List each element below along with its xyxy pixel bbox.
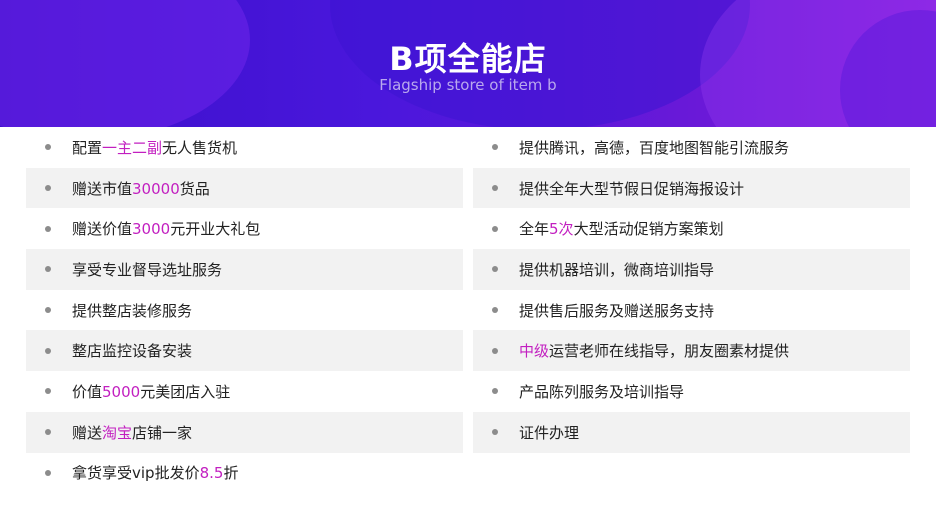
list-item: 整店监控设备安装 [26, 330, 463, 372]
header-banner: B项全能店 Flagship store of item b [0, 0, 936, 127]
bullet-dot-icon [492, 144, 498, 151]
list-item: 赠送市值30000货品 [26, 167, 463, 209]
list-item-text: 拿货享受vip批发价8.5折 [72, 464, 239, 483]
list-item: 中级运营老师在线指导，朋友圈素材提供 [473, 330, 910, 372]
page-subtitle: Flagship store of item b [379, 76, 557, 94]
highlight-text: 中级 [519, 342, 550, 361]
highlight-text: 淘宝 [102, 423, 133, 442]
bullet-dot-icon [45, 144, 51, 151]
bullet-dot-icon [45, 225, 51, 232]
list-item: 赠送淘宝店铺一家 [26, 411, 463, 453]
highlight-text: 30000 [132, 179, 180, 198]
list-item-text: 赠送淘宝店铺一家 [72, 423, 193, 442]
list-item: 拿货享受vip批发价8.5折 [26, 453, 463, 494]
list-item-text: 提供腾讯，高德，百度地图智能引流服务 [519, 138, 790, 157]
list-item-text: 全年5次大型活动促销方案策划 [519, 220, 724, 239]
list-item-text: 提供售后服务及赠送服务支持 [519, 301, 715, 320]
list-item-text: 提供整店装修服务 [72, 301, 193, 320]
list-item: 产品陈列服务及培训指导 [473, 371, 910, 412]
list-item: 配置一主二副无人售货机 [26, 127, 463, 168]
list-item-text: 中级运营老师在线指导，朋友圈素材提供 [519, 342, 790, 361]
bullet-dot-icon [492, 388, 498, 395]
list-item-text: 整店监控设备安装 [72, 342, 193, 361]
bullet-dot-icon [45, 307, 51, 314]
list-item-text: 享受专业督导选址服务 [72, 260, 223, 279]
bullet-dot-icon [492, 307, 498, 314]
page-title: B项全能店 [389, 40, 547, 78]
bullet-dot-icon [492, 347, 498, 354]
highlight-text: 5000 [102, 382, 141, 401]
bullet-dot-icon [492, 266, 498, 273]
list-item: 提供腾讯，高德，百度地图智能引流服务 [473, 127, 910, 168]
list-item-text: 提供机器培训，微商培训指导 [519, 260, 715, 279]
list-item-text: 价值5000元美团店入驻 [72, 382, 231, 401]
list-item: 提供售后服务及赠送服务支持 [473, 290, 910, 331]
highlight-text: 一主二副 [102, 138, 163, 157]
list-item: 价值5000元美团店入驻 [26, 371, 463, 412]
list-item: 证件办理 [473, 411, 910, 453]
bullet-dot-icon [45, 185, 51, 192]
list-item: 提供全年大型节假日促销海报设计 [473, 167, 910, 209]
list-item: 享受专业督导选址服务 [26, 249, 463, 290]
list-item: 全年5次大型活动促销方案策划 [473, 208, 910, 249]
bullet-dot-icon [45, 266, 51, 273]
bullet-dot-icon [492, 225, 498, 232]
bullet-dot-icon [45, 469, 51, 476]
bullet-dot-icon [492, 185, 498, 192]
list-item-text: 提供全年大型节假日促销海报设计 [519, 179, 745, 198]
list-item-text: 赠送价值3000元开业大礼包 [72, 220, 261, 239]
list-item: 提供机器培训，微商培训指导 [473, 249, 910, 290]
list-item: 提供整店装修服务 [26, 290, 463, 331]
highlight-text: 5次 [549, 220, 574, 239]
list-item-text: 证件办理 [519, 423, 580, 442]
list-item: 赠送价值3000元开业大礼包 [26, 208, 463, 249]
bullet-dot-icon [45, 347, 51, 354]
bullet-dot-icon [45, 429, 51, 436]
list-item-text: 赠送市值30000货品 [72, 179, 210, 198]
list-item-text: 产品陈列服务及培训指导 [519, 382, 685, 401]
list-item-text: 配置一主二副无人售货机 [72, 138, 238, 157]
bullet-dot-icon [492, 429, 498, 436]
bullet-dot-icon [45, 388, 51, 395]
right-feature-list: 提供腾讯，高德，百度地图智能引流服务 提供全年大型节假日促销海报设计 全年5次大… [473, 127, 910, 453]
highlight-text: 3000 [132, 220, 171, 239]
highlight-text: 8.5 [199, 464, 224, 483]
left-feature-list: 配置一主二副无人售货机 赠送市值30000货品 赠送价值3000元开业大礼包 享… [26, 127, 463, 493]
